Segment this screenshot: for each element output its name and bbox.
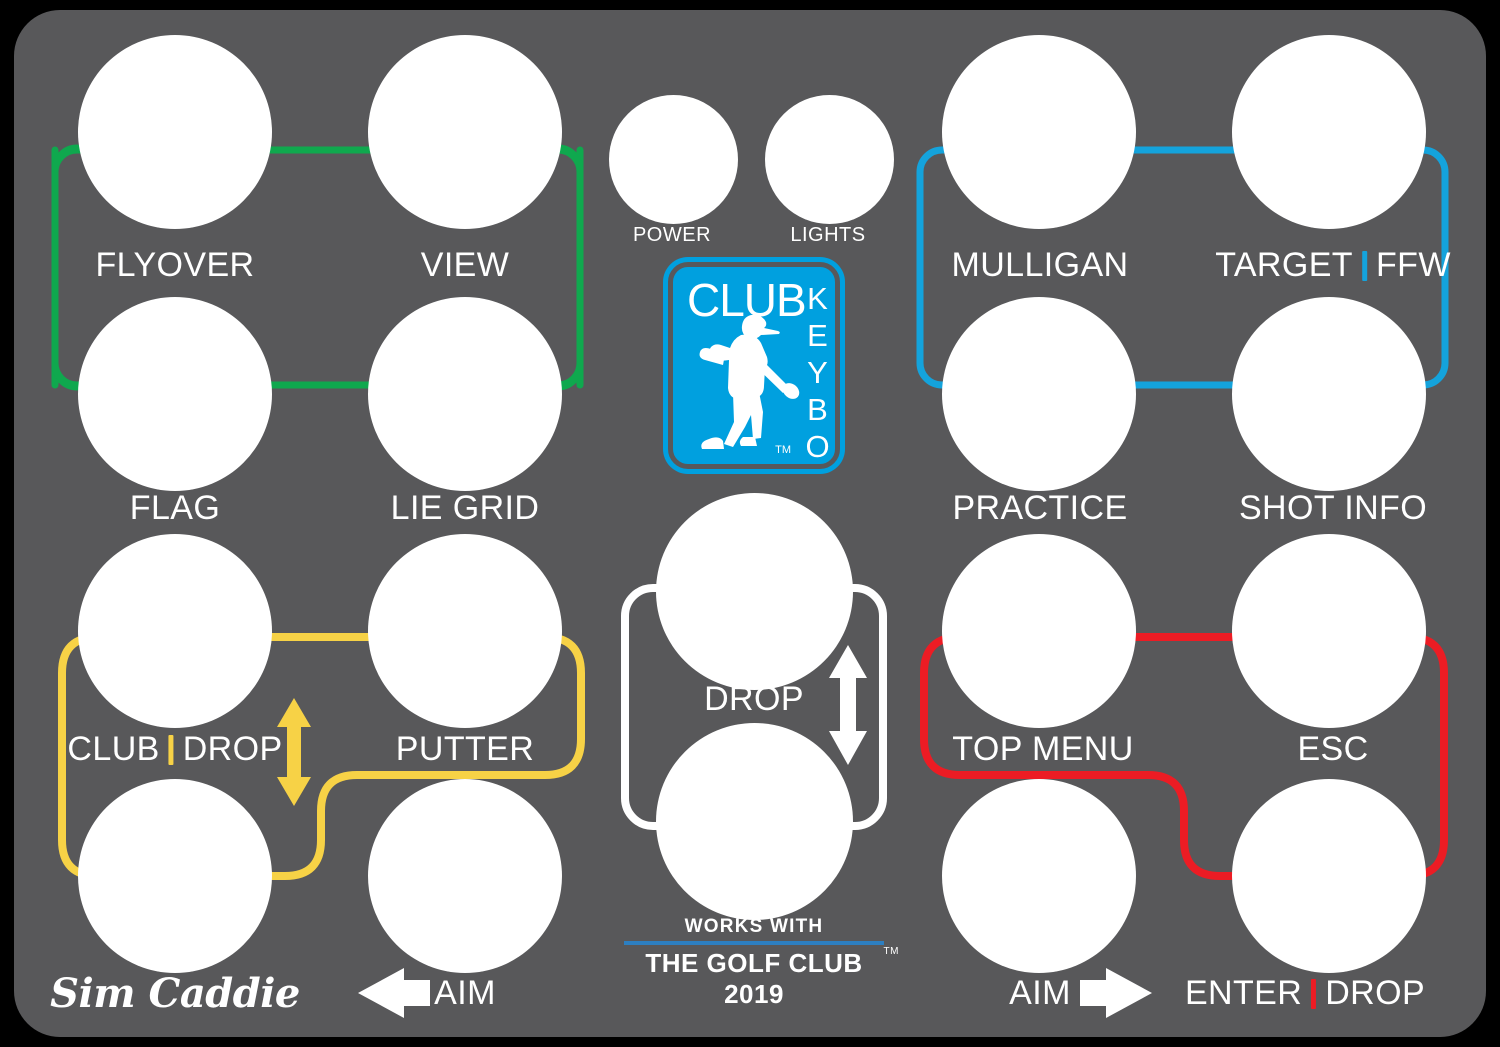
- label-esc: ESC: [1297, 730, 1369, 768]
- label-flyover: FLYOVER: [95, 246, 255, 284]
- label-drop-enter: DROP: [1325, 974, 1426, 1012]
- key-aim-right[interactable]: [942, 779, 1136, 973]
- key-putter[interactable]: [368, 534, 562, 728]
- label-putter: PUTTER: [395, 730, 535, 768]
- key-mulligan[interactable]: [942, 35, 1136, 229]
- key-lie-grid[interactable]: [368, 297, 562, 491]
- works-with-rule: [624, 941, 884, 945]
- works-with-text: WORKS WITH: [684, 916, 824, 937]
- key-club-drop[interactable]: [78, 534, 272, 728]
- key-aim-down[interactable]: [78, 779, 272, 973]
- key-flyover[interactable]: [78, 35, 272, 229]
- key-practice[interactable]: [942, 297, 1136, 491]
- label-practice: PRACTICE: [952, 489, 1128, 527]
- label-target: TARGET: [1215, 246, 1353, 284]
- key-drop-down[interactable]: [656, 723, 853, 920]
- golfer-silhouette-icon: [699, 314, 800, 449]
- logo-trademark: TM: [775, 444, 791, 456]
- key-power[interactable]: [609, 95, 738, 224]
- logo-inner: CLUB KEYBOARD TM: [673, 267, 835, 464]
- label-flag: FLAG: [129, 489, 221, 527]
- key-flag[interactable]: [78, 297, 272, 491]
- club-drop-separator: [168, 735, 174, 765]
- key-drop-up[interactable]: [656, 493, 853, 690]
- label-ffw: FFW: [1375, 246, 1451, 284]
- label-target-ffw: TARGET FFW: [1215, 246, 1451, 285]
- label-lie-grid: LIE GRID: [390, 489, 540, 527]
- key-esc[interactable]: [1232, 534, 1426, 728]
- label-lights: LIGHTS: [790, 224, 866, 246]
- key-view[interactable]: [368, 35, 562, 229]
- key-top-menu[interactable]: [942, 534, 1136, 728]
- label-view: VIEW: [420, 246, 510, 284]
- label-club: CLUB: [67, 730, 160, 768]
- game-title: THE GOLF CLUB 2019: [645, 948, 863, 1009]
- label-shot-info: SHOT INFO: [1238, 489, 1428, 527]
- label-club-drop: CLUB DROP: [67, 730, 282, 769]
- label-power: POWER: [632, 224, 712, 246]
- key-target-ffw[interactable]: [1232, 35, 1426, 229]
- key-lights[interactable]: [765, 95, 894, 224]
- game-title-trademark: TM: [883, 946, 899, 957]
- label-drop: DROP: [704, 680, 804, 718]
- club-keyboard-device: FLYOVER VIEW FLAG LIE GRID POWER LIGHTS …: [0, 0, 1500, 1047]
- label-aim-left: AIM: [434, 974, 496, 1012]
- key-enter-drop[interactable]: [1232, 779, 1426, 973]
- key-aim-left[interactable]: [368, 779, 562, 973]
- key-shot-info[interactable]: [1232, 297, 1426, 491]
- label-enter: ENTER: [1184, 974, 1303, 1012]
- target-ffw-separator: [1361, 251, 1367, 281]
- label-enter-drop: ENTER DROP: [1185, 974, 1425, 1013]
- compatibility-badge: WORKS WITH THE GOLF CLUB 2019 TM: [624, 916, 898, 1010]
- game-title-text: THE GOLF CLUB 2019 TM: [624, 946, 898, 1010]
- enter-drop-separator: [1311, 979, 1317, 1009]
- brand-logo-sim-caddie: Sim Caddie: [50, 970, 300, 1017]
- label-drop-alt: DROP: [182, 730, 283, 768]
- label-top-menu: TOP MENU: [952, 730, 1134, 768]
- club-keyboard-logo: CLUB KEYBOARD TM: [668, 262, 840, 469]
- label-mulligan: MULLIGAN: [951, 246, 1129, 284]
- logo-word-keyboard: KEYBOARD: [800, 281, 835, 464]
- label-aim-right: AIM: [1009, 974, 1071, 1012]
